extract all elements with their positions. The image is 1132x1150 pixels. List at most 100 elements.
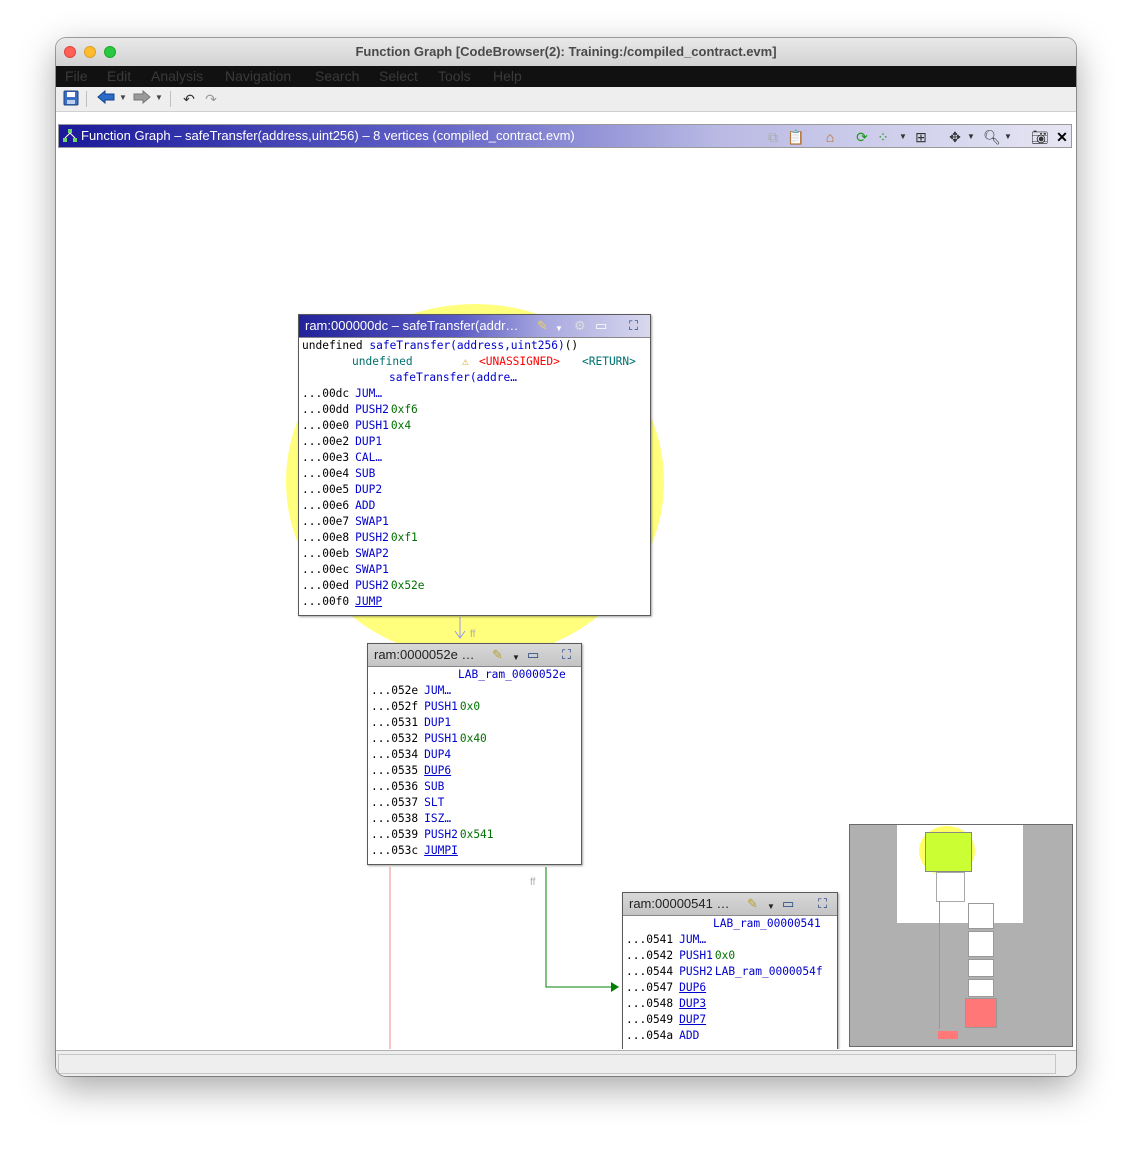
instruction-row[interactable]: ...054a ADD: [626, 1028, 837, 1044]
instruction-row[interactable]: ...0536 SUB: [371, 779, 581, 795]
instruction-row[interactable]: ...00e4 SUB: [302, 466, 650, 482]
instruction-row[interactable]: ...0549 DUP7: [626, 1012, 837, 1028]
instruction-row[interactable]: ...0534 DUP4: [371, 747, 581, 763]
instruction-mnemonic[interactable]: SLT: [424, 796, 444, 809]
instruction-row[interactable]: ...00e2 DUP1: [302, 434, 650, 450]
instruction-mnemonic[interactable]: DUP4: [424, 748, 451, 761]
instruction-operand[interactable]: 0xf1: [391, 531, 418, 544]
forward-dropdown-icon[interactable]: ▼: [155, 93, 163, 102]
instruction-row[interactable]: ...00e6 ADD: [302, 498, 650, 514]
navigate-icon[interactable]: ✥: [947, 128, 963, 146]
edit-label-icon[interactable]: ✎: [492, 647, 503, 662]
instruction-mnemonic[interactable]: SWAP2: [355, 547, 389, 560]
maximize-vertex-icon[interactable]: ⛶: [629, 318, 638, 333]
instruction-row[interactable]: ...052e JUM…: [371, 683, 581, 699]
instruction-row[interactable]: ...0532 PUSH1 0x40: [371, 731, 581, 747]
menu-edit[interactable]: Edit: [107, 68, 131, 84]
instruction-row[interactable]: ...00e8 PUSH2 0xf1: [302, 530, 650, 546]
restore-size-icon[interactable]: ▭: [782, 896, 794, 911]
instruction-operand[interactable]: 0x40: [460, 732, 487, 745]
edit-dropdown-icon[interactable]: ▼: [767, 899, 775, 914]
instruction-mnemonic[interactable]: SWAP1: [355, 515, 389, 528]
save-icon[interactable]: [62, 90, 80, 108]
instruction-mnemonic[interactable]: JUMPI: [424, 844, 458, 857]
layout-dropdown-icon[interactable]: ▼: [899, 128, 907, 146]
edit-label-icon[interactable]: ✎: [537, 318, 548, 333]
paste-icon[interactable]: 📋: [787, 128, 804, 146]
menu-select[interactable]: Select: [379, 68, 418, 84]
xrefs-icon[interactable]: ⚙: [574, 318, 586, 333]
instruction-operand[interactable]: 0x4: [391, 419, 411, 432]
redo-icon[interactable]: ↷: [202, 90, 220, 108]
instruction-mnemonic[interactable]: PUSH2: [355, 579, 389, 592]
close-icon[interactable]: ✕: [1055, 128, 1069, 146]
instruction-mnemonic[interactable]: DUP6: [424, 764, 451, 777]
instruction-row[interactable]: ...0538 ISZ…: [371, 811, 581, 827]
menu-analysis[interactable]: Analysis: [151, 68, 203, 84]
instruction-row[interactable]: ...00e0 PUSH1 0x4: [302, 418, 650, 434]
instruction-row[interactable]: ...052f PUSH1 0x0: [371, 699, 581, 715]
instruction-mnemonic[interactable]: ISZ…: [424, 812, 451, 825]
restore-size-icon[interactable]: ▭: [595, 318, 607, 333]
zoom-dropdown-icon[interactable]: ▼: [1004, 128, 1012, 146]
restore-size-icon[interactable]: ▭: [527, 647, 539, 662]
vertex-block-052e[interactable]: ram:0000052e … ✎ ▼ ▭ ⛶ LAB_ram_0000052e …: [367, 643, 582, 865]
copy-icon[interactable]: ⧉: [765, 128, 781, 146]
instruction-mnemonic[interactable]: PUSH2: [355, 403, 389, 416]
undo-icon[interactable]: ↶: [180, 90, 198, 108]
instruction-row[interactable]: ...00e5 DUP2: [302, 482, 650, 498]
edit-dropdown-icon[interactable]: ▼: [512, 650, 520, 665]
instruction-mnemonic[interactable]: SUB: [424, 780, 444, 793]
menu-file[interactable]: File: [65, 68, 88, 84]
refresh-icon[interactable]: ⟳: [854, 128, 870, 146]
instruction-operand[interactable]: 0x52e: [391, 579, 425, 592]
instruction-row[interactable]: ...00ec SWAP1: [302, 562, 650, 578]
menu-help[interactable]: Help: [493, 68, 522, 84]
instruction-mnemonic[interactable]: SUB: [355, 467, 375, 480]
edit-dropdown-icon[interactable]: ▼: [555, 321, 563, 336]
home-icon[interactable]: ⌂: [821, 128, 839, 146]
instruction-row[interactable]: ...00eb SWAP2: [302, 546, 650, 562]
instruction-operand[interactable]: 0xf6: [391, 403, 418, 416]
instruction-row[interactable]: ...0542 PUSH1 0x0: [626, 948, 837, 964]
block-label[interactable]: LAB_ram_0000052e: [458, 667, 566, 683]
instruction-row[interactable]: ...00dc JUM…: [302, 386, 650, 402]
instruction-row[interactable]: ...00dd PUSH2 0xf6: [302, 402, 650, 418]
instruction-mnemonic[interactable]: CAL…: [355, 451, 382, 464]
instruction-mnemonic[interactable]: DUP3: [679, 997, 706, 1010]
signature-function-name[interactable]: safeTransfer(address,uint256): [369, 339, 564, 352]
block-label[interactable]: LAB_ram_00000541: [713, 916, 821, 932]
function-label[interactable]: safeTransfer(addre…: [389, 370, 517, 386]
menu-tools[interactable]: Tools: [438, 68, 471, 84]
maximize-vertex-icon[interactable]: ⛶: [818, 896, 827, 911]
instruction-row[interactable]: ...0539 PUSH2 0x541: [371, 827, 581, 843]
grid-icon[interactable]: ⊞: [912, 128, 930, 146]
back-arrow-icon[interactable]: [96, 89, 116, 108]
vertex-header[interactable]: ram:0000052e … ✎ ▼ ▭ ⛶: [368, 644, 581, 667]
navigate-dropdown-icon[interactable]: ▼: [967, 128, 975, 146]
vertex-block-0541[interactable]: ram:00000541 … ✎ ▼ ▭ ⛶ LAB_ram_00000541 …: [622, 892, 838, 1049]
instruction-mnemonic[interactable]: PUSH2: [424, 828, 458, 841]
instruction-mnemonic[interactable]: PUSH1: [424, 732, 458, 745]
vertex-entry-block[interactable]: ram:000000dc – safeTransfer(addr… ✎ ▼ ⚙ …: [298, 314, 651, 616]
instruction-mnemonic[interactable]: PUSH1: [424, 700, 458, 713]
instruction-row[interactable]: ...0535 DUP6: [371, 763, 581, 779]
snapshot-icon[interactable]: 📷︎: [1031, 128, 1049, 146]
instruction-mnemonic[interactable]: JUM…: [679, 933, 706, 946]
instruction-operand[interactable]: 0x0: [715, 949, 735, 962]
instruction-row[interactable]: ...00e7 SWAP1: [302, 514, 650, 530]
instruction-mnemonic[interactable]: PUSH1: [679, 949, 713, 962]
instruction-mnemonic[interactable]: DUP2: [355, 483, 382, 496]
instruction-row[interactable]: ...0537 SLT: [371, 795, 581, 811]
satellite-overview[interactable]: [849, 824, 1073, 1047]
instruction-mnemonic[interactable]: DUP1: [355, 435, 382, 448]
instruction-row[interactable]: ...053c JUMPI: [371, 843, 581, 859]
instruction-row[interactable]: ...00ed PUSH2 0x52e: [302, 578, 650, 594]
instruction-mnemonic[interactable]: PUSH2: [679, 965, 713, 978]
instruction-row[interactable]: ...00f0 JUMP: [302, 594, 650, 610]
instruction-mnemonic[interactable]: PUSH1: [355, 419, 389, 432]
zoom-icon[interactable]: 🔍︎: [983, 128, 1001, 146]
instruction-row[interactable]: ...0531 DUP1: [371, 715, 581, 731]
instruction-mnemonic[interactable]: DUP7: [679, 1013, 706, 1026]
instruction-mnemonic[interactable]: JUM…: [424, 684, 451, 697]
